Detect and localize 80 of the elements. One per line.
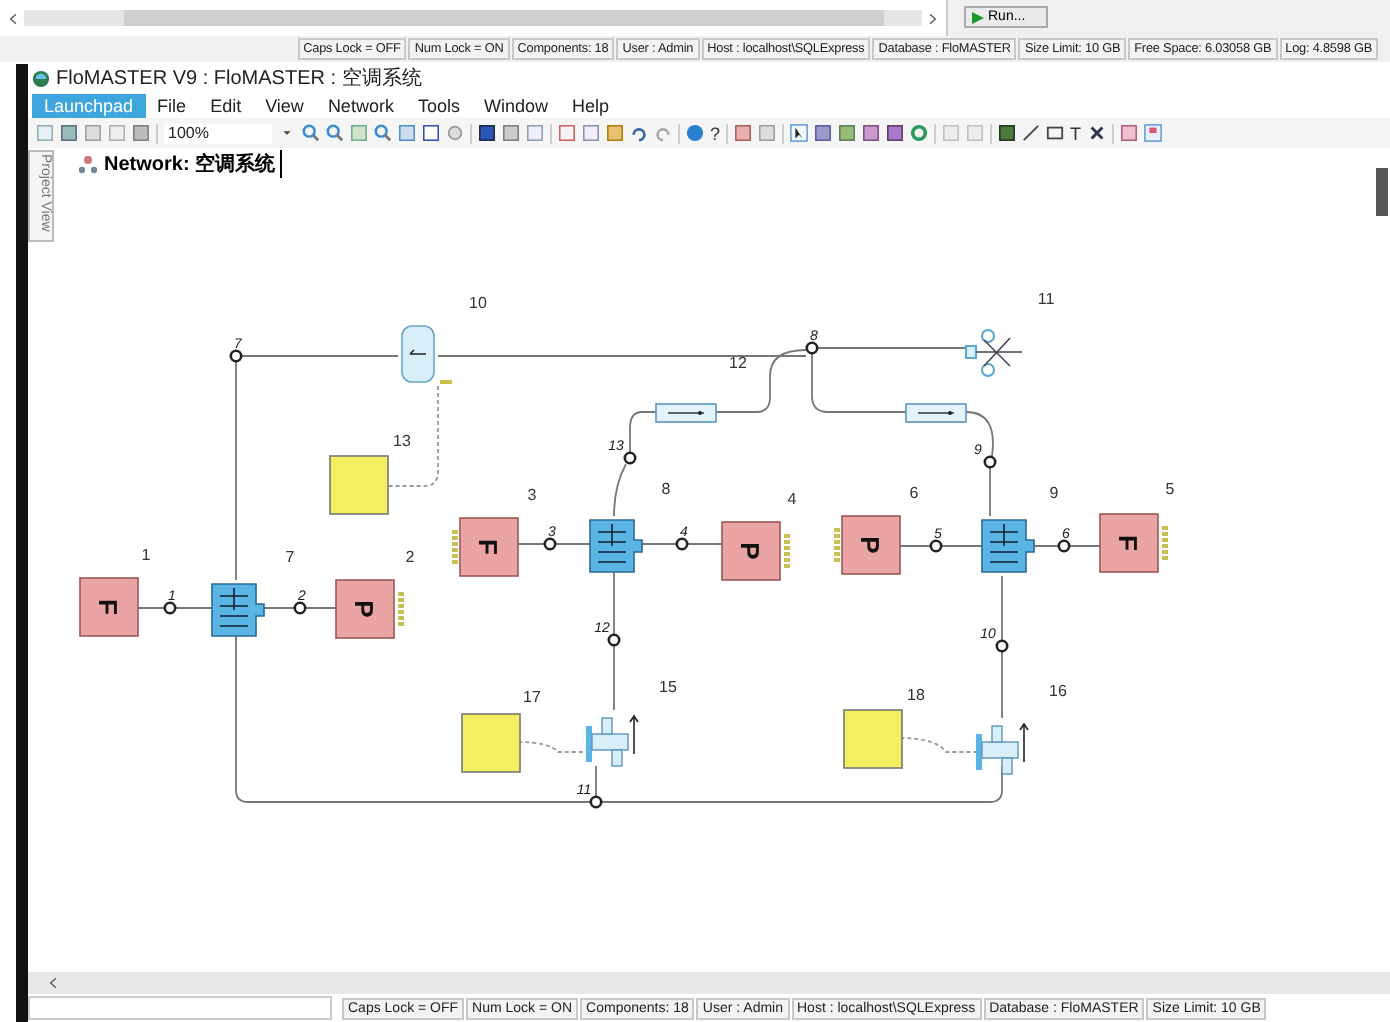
scroll-left-icon[interactable]	[48, 974, 60, 992]
signal-line	[517, 741, 587, 753]
component-label: 12	[729, 354, 747, 372]
help-icon[interactable]: ?	[710, 123, 721, 143]
menu-item[interactable]: Help	[559, 93, 621, 117]
node-marker	[675, 537, 689, 551]
menu-item[interactable]: Tools	[405, 93, 472, 117]
rectangle-icon[interactable]	[1046, 124, 1065, 142]
component-label: 9	[1049, 484, 1059, 502]
signal-line	[387, 385, 439, 487]
line-icon[interactable]	[1022, 124, 1041, 142]
node-marker	[983, 455, 997, 469]
component-label: 17	[523, 688, 541, 706]
component-label: 15	[659, 678, 677, 696]
component-label: 13	[393, 432, 411, 450]
node-marker	[805, 341, 819, 355]
pipe-drawing	[655, 403, 717, 423]
node-marker	[163, 601, 177, 615]
component-label: 7	[285, 548, 295, 566]
connection-line	[965, 411, 994, 517]
component-label: 3	[527, 486, 537, 504]
zoom-field[interactable]: 100%	[164, 123, 272, 143]
connection-line	[517, 543, 591, 545]
component-label: 4	[787, 490, 797, 508]
node-marker	[1057, 539, 1071, 553]
controller-block	[843, 709, 903, 769]
delete-icon[interactable]	[1087, 124, 1106, 142]
component-label: 6	[909, 484, 919, 502]
scrollbar-thumb[interactable]	[124, 10, 884, 26]
connection-line	[899, 545, 983, 547]
component-label: 16	[1049, 682, 1067, 700]
component-label: 8	[661, 480, 671, 498]
valve-drawing	[586, 714, 639, 767]
node-marker	[995, 639, 1009, 653]
app-logo-icon	[32, 69, 50, 87]
pipe-drawing	[905, 403, 967, 423]
menu-item[interactable]: View	[253, 93, 316, 117]
controller-block	[329, 455, 389, 515]
scrollbar-thumb[interactable]	[1376, 168, 1388, 216]
node-marker	[543, 537, 557, 551]
menu-item[interactable]: Window	[471, 93, 560, 117]
component-label: 11	[1037, 290, 1055, 308]
node-marker	[229, 349, 243, 363]
node-marker	[589, 795, 603, 809]
scroll-left-icon[interactable]	[8, 9, 20, 27]
connection-line	[811, 353, 907, 413]
network-icon	[78, 154, 98, 174]
node-marker	[293, 601, 307, 615]
receiver-drawing	[401, 325, 452, 384]
heat-exchanger-drawing	[211, 583, 265, 637]
signal-line	[899, 737, 977, 753]
redo-icon[interactable]	[654, 124, 672, 142]
zoom-out-icon[interactable]	[302, 124, 320, 142]
pointer-icon[interactable]	[790, 124, 809, 142]
node-marker	[607, 633, 621, 647]
scroll-right-icon[interactable]	[926, 9, 938, 27]
zoom-in-icon[interactable]	[326, 124, 344, 142]
component-label: 2	[405, 548, 415, 566]
component-label: 5	[1165, 480, 1175, 498]
node-marker	[623, 451, 637, 465]
controller-block	[461, 713, 521, 773]
menu-item[interactable]: Edit	[198, 93, 254, 117]
heat-exchanger-drawing	[981, 519, 1035, 573]
node-marker	[929, 539, 943, 553]
valve-drawing	[976, 722, 1029, 775]
heat-exchanger-drawing	[589, 519, 643, 573]
play-icon	[972, 11, 984, 23]
connection-line	[637, 543, 723, 545]
zoom-icon[interactable]	[374, 124, 392, 142]
network-tab[interactable]: Network: 空调系统	[74, 150, 282, 178]
menu-item[interactable]: Network	[315, 93, 406, 117]
splitter-drawing	[965, 329, 1023, 377]
window-title: FloMASTER V9 : FloMASTER : 空调系统	[56, 65, 422, 92]
menu-item[interactable]: File	[145, 93, 199, 117]
component-label: 1	[141, 546, 151, 564]
flow-source-block: F	[79, 577, 139, 637]
component-label: 18	[907, 686, 925, 704]
text-tool-icon[interactable]: T	[1070, 123, 1082, 143]
component-label: 10	[469, 294, 487, 312]
undo-icon[interactable]	[630, 124, 648, 142]
